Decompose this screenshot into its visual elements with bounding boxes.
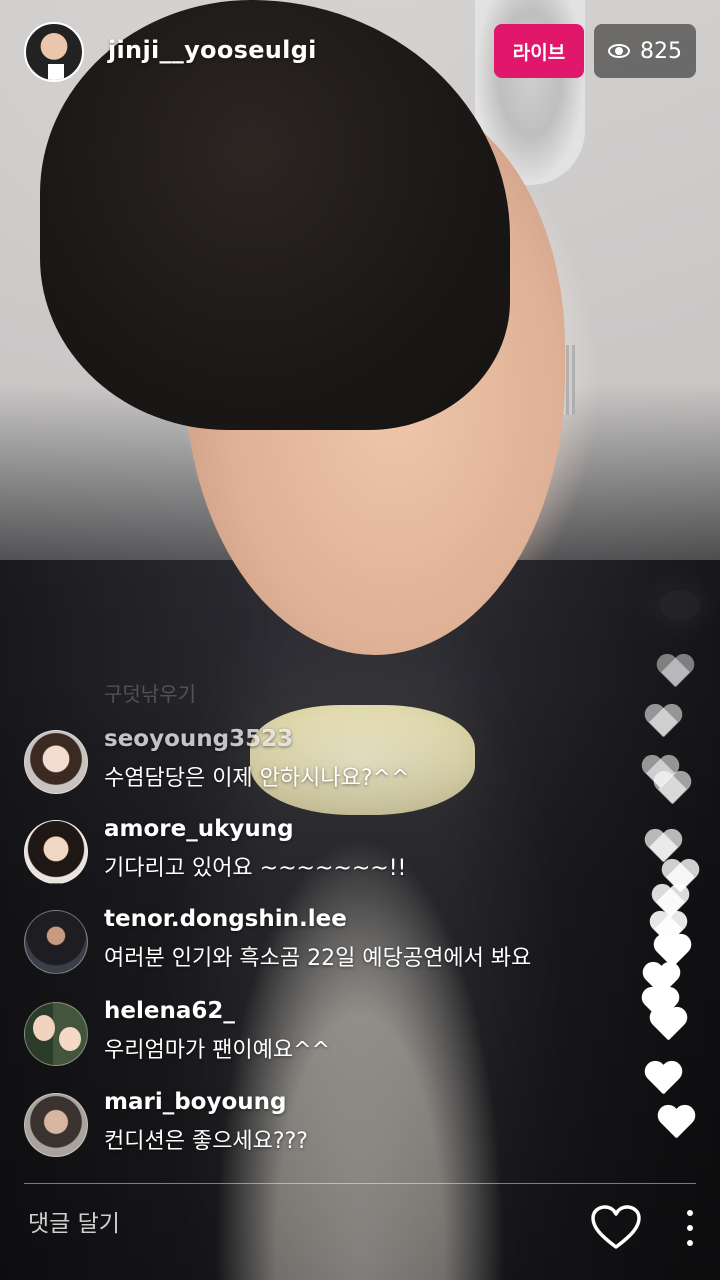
comment-item: mari_boyoung 컨디션은 좋으세요??? (24, 1089, 644, 1163)
comment-avatar[interactable] (24, 1002, 88, 1066)
comment-item: seoyoung3523 수염담당은 이제 안하시나요?^^ (24, 726, 644, 800)
comment-avatar[interactable] (24, 1093, 88, 1157)
comment-text: 컨디션은 좋으세요??? (104, 1129, 308, 1154)
viewer-count-badge[interactable]: 825 (594, 24, 696, 78)
comment-item: helena62_ 우리엄마가 팬이예요^^ (24, 998, 644, 1072)
comment-text: 우리엄마가 팬이예요^^ (104, 1038, 331, 1063)
viewer-count: 825 (640, 38, 682, 64)
host-avatar[interactable] (24, 22, 84, 82)
host-username[interactable]: jinji__yooseulgi (108, 36, 317, 64)
floating-heart-icon (643, 705, 683, 741)
comment-item: tenor.dongshin.lee 여러분 인기와 흑소곰 22일 예당공연에… (24, 906, 644, 980)
faded-comment: 구덧낚우기 (104, 682, 196, 706)
floating-heart-icon (648, 1008, 688, 1044)
live-badge: 라이브 (494, 24, 584, 78)
floating-heart-icon (655, 655, 695, 691)
live-header: jinji__yooseulgi 라이브 825 (0, 0, 720, 110)
more-options-icon[interactable] (680, 1208, 700, 1248)
comment-avatar[interactable] (24, 910, 88, 974)
comment-username[interactable]: helena62_ (104, 998, 235, 1024)
floating-heart-icon (656, 1106, 696, 1142)
comment-text: 여러분 인기와 흑소곰 22일 예당공연에서 봐요 (104, 946, 532, 971)
comment-avatar[interactable] (24, 820, 88, 884)
comment-username[interactable]: amore_ukyung (104, 816, 294, 842)
heart-icon (591, 1205, 641, 1249)
comment-avatar[interactable] (24, 730, 88, 794)
comment-text: 기다리고 있어요 ~~~~~~~!! (104, 856, 407, 881)
comment-item: amore_ukyung 기다리고 있어요 ~~~~~~~!! (24, 816, 644, 890)
comment-username[interactable]: tenor.dongshin.lee (104, 906, 347, 932)
floating-heart-icon (643, 1062, 683, 1098)
eye-icon (608, 44, 630, 58)
comment-input[interactable] (26, 1210, 530, 1238)
like-button[interactable] (590, 1205, 642, 1251)
comment-text: 수염담당은 이제 안하시나요?^^ (104, 766, 410, 791)
comment-username[interactable]: mari_boyoung (104, 1089, 286, 1115)
floating-heart-icon (652, 772, 692, 808)
comment-username[interactable]: seoyoung3523 (104, 726, 293, 752)
footer-divider (24, 1183, 696, 1184)
